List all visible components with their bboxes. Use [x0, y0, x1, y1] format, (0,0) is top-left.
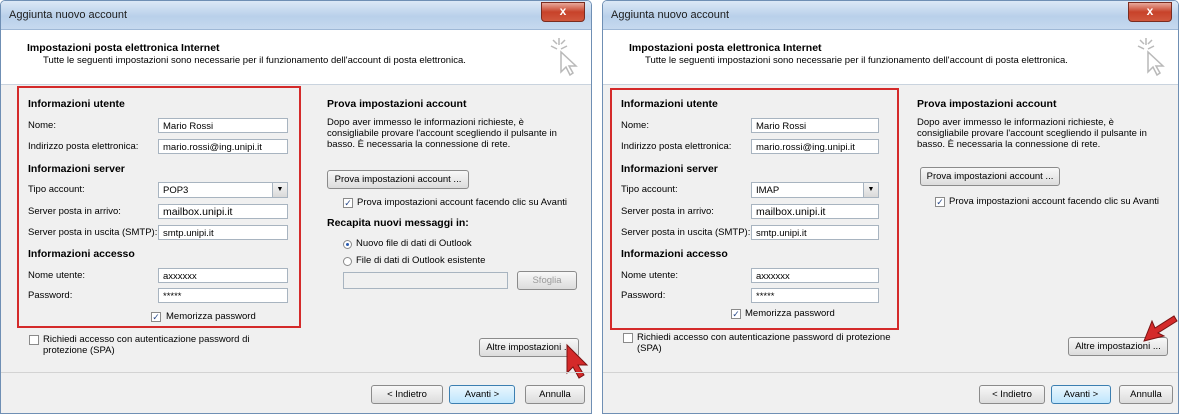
test-settings-description: Dopo aver immesso le informazioni richie… [327, 117, 557, 150]
email-label: Indirizzo posta elettronica: [621, 141, 732, 152]
username-label: Nome utente: [28, 270, 86, 281]
existing-data-file-label: File di dati di Outlook esistente [356, 255, 486, 266]
pointer-arrow-icon [566, 343, 589, 379]
next-button[interactable]: Avanti > [449, 385, 515, 404]
dialog-pop3: Aggiunta nuovo account x Impostazioni po… [0, 0, 592, 414]
test-settings-heading: Prova impostazioni account [327, 98, 467, 110]
cancel-button[interactable]: Annulla [525, 385, 585, 404]
chevron-down-icon[interactable]: ▼ [863, 183, 878, 197]
name-field[interactable]: Mario Rossi [751, 118, 879, 133]
account-type-value: IMAP [756, 185, 780, 196]
incoming-label: Server posta in arrivo: [28, 206, 121, 217]
footer-divider [1, 372, 591, 373]
test-settings-heading: Prova impostazioni account [917, 98, 1057, 110]
outgoing-server-field[interactable]: smtp.unipi.it [751, 225, 879, 240]
existing-data-file-radio[interactable] [343, 257, 352, 266]
new-data-file-radio[interactable] [343, 240, 352, 249]
spa-checkbox[interactable] [623, 333, 633, 343]
header-subtitle: Tutte le seguenti impostazioni sono nece… [43, 55, 466, 66]
existing-data-file-field [343, 272, 508, 289]
username-field[interactable]: axxxxxx [751, 268, 879, 283]
email-label: Indirizzo posta elettronica: [28, 141, 139, 152]
cancel-button[interactable]: Annulla [1119, 385, 1173, 404]
server-info-heading: Informazioni server [28, 163, 125, 175]
outgoing-label: Server posta in uscita (SMTP): [621, 227, 751, 238]
login-info-heading: Informazioni accesso [621, 248, 728, 260]
remember-password-label: Memorizza password [166, 311, 256, 322]
browse-button[interactable]: Sfoglia [517, 271, 577, 290]
outgoing-label: Server posta in uscita (SMTP): [28, 227, 158, 238]
close-button[interactable]: x [1128, 2, 1172, 22]
new-data-file-label: Nuovo file di dati di Outlook [356, 238, 472, 249]
dialog-imap: Aggiunta nuovo account x Impostazioni po… [602, 0, 1179, 414]
server-info-heading: Informazioni server [621, 163, 718, 175]
window-title: Aggiunta nuovo account [611, 9, 730, 21]
pointer-arrow-icon [1143, 315, 1178, 342]
wizard-cursor-icon [550, 38, 578, 76]
incoming-server-field[interactable]: mailbox.unipi.it [751, 204, 879, 219]
username-field[interactable]: axxxxxx [158, 268, 288, 283]
dialog-header: Impostazioni posta elettronica Internet … [1, 30, 591, 85]
name-field[interactable]: Mario Rossi [158, 118, 288, 133]
spa-checkbox[interactable] [29, 335, 39, 345]
account-type-label: Tipo account: [621, 184, 678, 195]
footer-divider [603, 372, 1178, 373]
account-type-label: Tipo account: [28, 184, 85, 195]
title-bar[interactable]: Aggiunta nuovo account x [603, 1, 1178, 30]
name-label: Nome: [28, 120, 56, 131]
test-on-next-checkbox[interactable]: ✓ [935, 197, 945, 207]
outgoing-server-field[interactable]: smtp.unipi.it [158, 225, 288, 240]
wizard-cursor-icon [1137, 38, 1165, 76]
account-type-select[interactable]: POP3 ▼ [158, 182, 288, 198]
incoming-server-field[interactable]: mailbox.unipi.it [158, 204, 288, 219]
window-title: Aggiunta nuovo account [9, 9, 128, 21]
chevron-down-icon[interactable]: ▼ [272, 183, 287, 197]
account-type-select[interactable]: IMAP ▼ [751, 182, 879, 198]
header-title: Impostazioni posta elettronica Internet [629, 42, 822, 54]
back-button[interactable]: < Indietro [979, 385, 1045, 404]
test-account-button[interactable]: Prova impostazioni account ... [327, 170, 469, 189]
dialog-body: Informazioni utente Nome: Mario Rossi In… [603, 85, 1178, 413]
next-button[interactable]: Avanti > [1051, 385, 1111, 404]
remember-password-checkbox[interactable]: ✓ [731, 309, 741, 319]
account-type-value: POP3 [163, 185, 189, 196]
close-button[interactable]: x [541, 2, 585, 22]
remember-password-checkbox[interactable]: ✓ [151, 312, 161, 322]
password-label: Password: [28, 290, 73, 301]
test-account-button[interactable]: Prova impostazioni account ... [920, 167, 1060, 186]
password-field[interactable]: ***** [158, 288, 288, 303]
delivery-heading: Recapita nuovi messaggi in: [327, 217, 469, 229]
user-info-heading: Informazioni utente [621, 98, 718, 110]
name-label: Nome: [621, 120, 649, 131]
dialog-body: Informazioni utente Nome: Mario Rossi In… [1, 85, 591, 413]
back-button[interactable]: < Indietro [371, 385, 443, 404]
dialog-header: Impostazioni posta elettronica Internet … [603, 30, 1178, 85]
password-label: Password: [621, 290, 666, 301]
test-on-next-label: Prova impostazioni account facendo clic … [949, 196, 1159, 207]
login-info-heading: Informazioni accesso [28, 248, 135, 260]
user-info-heading: Informazioni utente [28, 98, 125, 110]
test-on-next-label: Prova impostazioni account facendo clic … [357, 197, 567, 208]
test-on-next-checkbox[interactable]: ✓ [343, 198, 353, 208]
email-field[interactable]: mario.rossi@ing.unipi.it [158, 139, 288, 154]
email-field[interactable]: mario.rossi@ing.unipi.it [751, 139, 879, 154]
password-field[interactable]: ***** [751, 288, 879, 303]
incoming-label: Server posta in arrivo: [621, 206, 714, 217]
header-subtitle: Tutte le seguenti impostazioni sono nece… [645, 55, 1068, 66]
username-label: Nome utente: [621, 270, 679, 281]
test-settings-description: Dopo aver immesso le informazioni richie… [917, 117, 1147, 150]
title-bar[interactable]: Aggiunta nuovo account x [1, 1, 591, 30]
header-title: Impostazioni posta elettronica Internet [27, 42, 220, 54]
remember-password-label: Memorizza password [745, 308, 835, 319]
spa-label: Richiedi accesso con autenticazione pass… [637, 332, 891, 354]
spa-label: Richiedi accesso con autenticazione pass… [43, 334, 250, 356]
